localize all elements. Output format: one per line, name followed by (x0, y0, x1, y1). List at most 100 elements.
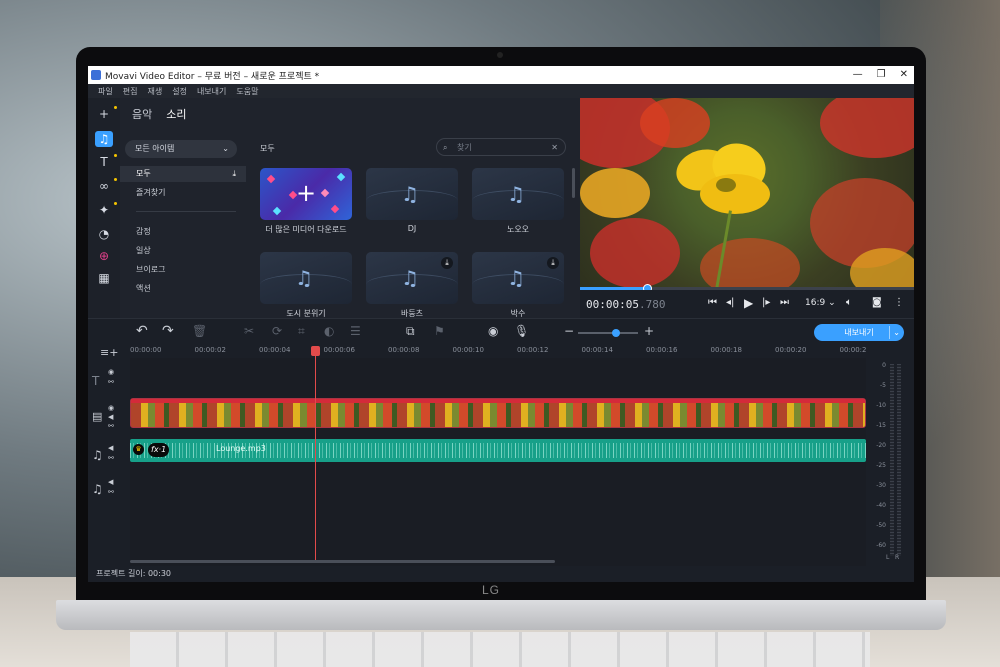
store-icon[interactable]: ⊕ (95, 248, 113, 264)
category-action[interactable]: 액션 (120, 281, 246, 297)
marker-icon[interactable]: ⚑ (434, 324, 445, 338)
speaker-icon[interactable]: ◀ (108, 413, 113, 421)
download-icon[interactable]: ⤓ (232, 166, 236, 182)
titles-icon[interactable]: T (95, 154, 117, 170)
tab-sounds[interactable]: 소리 (166, 106, 186, 122)
speaker-icon[interactable]: ◀ (108, 478, 113, 486)
category-divider (136, 211, 236, 212)
eye-icon[interactable]: ◉ (108, 368, 114, 376)
audio-track-icon: ♫ (92, 482, 103, 496)
window-title: Movavi Video Editor – 무료 버전 – 새로운 프로젝트 * (105, 71, 320, 82)
sound-tile-badum[interactable]: ♫ ⤓ (366, 252, 458, 304)
download-icon[interactable]: ⤓ (441, 257, 453, 269)
vu-channel-r: R (895, 554, 900, 561)
delete-icon[interactable]: 🗑︎ (192, 324, 207, 338)
export-button[interactable]: 내보내기 ⌄ (814, 324, 904, 341)
more-tools-icon[interactable]: ▦ (95, 270, 113, 286)
download-icon[interactable]: ⤓ (547, 257, 559, 269)
timeline-scrollbar[interactable] (130, 560, 555, 563)
snapshot-icon[interactable]: ◙ (872, 296, 882, 310)
category-daily[interactable]: 일상 (120, 243, 246, 259)
menu-export[interactable]: 내보내기 (197, 86, 226, 97)
skip-end-icon[interactable]: ⏭ (780, 296, 789, 310)
clear-icon[interactable]: ✕ (551, 139, 558, 157)
music-note-icon: ♫ (507, 182, 525, 206)
minimize-icon[interactable]: — (853, 66, 863, 84)
vu-channel-l: L (886, 554, 890, 561)
speaker-icon[interactable]: ◀ (108, 444, 113, 452)
zoom-slider[interactable] (578, 329, 638, 337)
volume-icon[interactable]: 🔈︎ (846, 296, 852, 310)
sound-tile-nooo[interactable]: ♫ (472, 168, 564, 220)
volume-meter: L R 0 -5 -10 -15 -20 -25 -30 -40 -50 -60 (866, 358, 914, 566)
category-emotion[interactable]: 감정 (120, 224, 246, 240)
voice-record-icon[interactable]: 🎙︎ (514, 324, 529, 338)
maximize-icon[interactable]: ❐ (877, 66, 886, 84)
effects-icon[interactable]: ✦ (95, 202, 117, 218)
category-vlog[interactable]: 브이로그 (120, 262, 246, 278)
rotate-icon[interactable]: ⟳ (272, 324, 282, 338)
prev-frame-icon[interactable]: ◂| (726, 296, 734, 310)
overlay-icon[interactable]: ⧉ (406, 324, 415, 338)
transitions-icon[interactable]: ∞ (95, 178, 117, 194)
skip-start-icon[interactable]: ⏮ (708, 296, 717, 310)
ruler-tick-label: 00:00:08 (388, 346, 420, 354)
add-media-icon[interactable]: + (95, 106, 117, 122)
sound-tile-applause[interactable]: ♫ ⤓ (472, 252, 564, 304)
category-select[interactable]: 모든 아이템 ⌄ (125, 140, 237, 158)
music-note-icon: ♫ (401, 182, 419, 206)
video-preview (580, 98, 914, 290)
clip-properties-icon[interactable]: ☰ (350, 324, 361, 338)
next-frame-icon[interactable]: |▸ (762, 296, 770, 310)
sound-tile-dj[interactable]: ♫ (366, 168, 458, 220)
music-icon[interactable]: ♫ (95, 131, 113, 147)
playhead[interactable] (311, 346, 320, 562)
vu-scale-label: -25 (876, 462, 886, 469)
undo-icon[interactable]: ↶ (136, 324, 148, 338)
menu-playback[interactable]: 재생 (147, 86, 162, 97)
close-icon[interactable]: ✕ (900, 66, 908, 84)
cut-icon[interactable]: ✂ (244, 324, 254, 338)
ruler-tick-label: 00:00:14 (581, 346, 613, 354)
timeline-area[interactable] (130, 358, 866, 566)
menu-file[interactable]: 파일 (98, 86, 113, 97)
more-options-icon[interactable]: ⋮ (894, 296, 904, 310)
zoom-in-icon[interactable]: + (644, 324, 654, 338)
fx-badge[interactable]: fx·1 (148, 443, 170, 457)
aspect-ratio-select[interactable]: 16:9 ⌄ (805, 296, 836, 310)
download-more-tile[interactable]: + (260, 168, 352, 220)
crop-icon[interactable]: ⌗ (298, 324, 305, 338)
tab-music[interactable]: 음악 (132, 106, 152, 122)
add-track-icon[interactable]: ≡+ (100, 346, 118, 359)
tile-label: 노오오 (506, 225, 530, 234)
video-clip[interactable] (130, 398, 866, 428)
eye-icon[interactable]: ◉ (108, 404, 114, 412)
menu-settings[interactable]: 설정 (172, 86, 187, 97)
filters-icon[interactable]: ◔ (95, 226, 113, 242)
redo-icon[interactable]: ↷ (162, 324, 174, 338)
play-icon[interactable]: ▶ (744, 296, 753, 310)
search-input[interactable]: ⌕ 찾기 ✕ (436, 138, 566, 156)
link-icon[interactable]: ⚯ (108, 488, 114, 496)
link-icon[interactable]: ⚯ (108, 422, 114, 430)
link-icon[interactable]: ⚯ (108, 454, 114, 462)
menu-help[interactable]: 도움말 (236, 86, 258, 97)
sound-tile-city[interactable]: ♫ (260, 252, 352, 304)
library-scrollbar[interactable] (572, 168, 575, 198)
vu-scale-label: -30 (876, 482, 886, 489)
zoom-knob[interactable] (612, 329, 620, 337)
music-note-icon: ♫ (401, 266, 419, 290)
color-adjust-icon[interactable]: ◐ (324, 324, 334, 338)
link-icon[interactable]: ⚯ (108, 378, 114, 386)
zoom-out-icon[interactable]: − (564, 324, 574, 338)
category-favorites[interactable]: 즐겨찾기 (120, 185, 246, 201)
webcam-record-icon[interactable]: ◉ (488, 324, 498, 338)
chevron-down-icon[interactable]: ⌄ (893, 324, 900, 341)
track-headers: ≡+ T ◉ ⚯ ▤ ◉ ◀ ⚯ ♫ ◀ ⚯ ♫ ◀ ⚯ (88, 344, 130, 566)
time-ruler[interactable]: 00:00:00 00:00:02 00:00:04 00:00:06 00:00:08… (130, 344, 867, 358)
tool-rail: + ♫ T ∞ ✦ ◔ ⊕ ▦ (88, 98, 120, 318)
ruler-tick-label: 00:00:10 (452, 346, 484, 354)
menu-edit[interactable]: 편집 (123, 86, 138, 97)
category-all[interactable]: 모두 ⤓ (120, 166, 246, 182)
audio-clip[interactable]: ♛ fx·1 Lounge.mp3 (130, 439, 866, 462)
